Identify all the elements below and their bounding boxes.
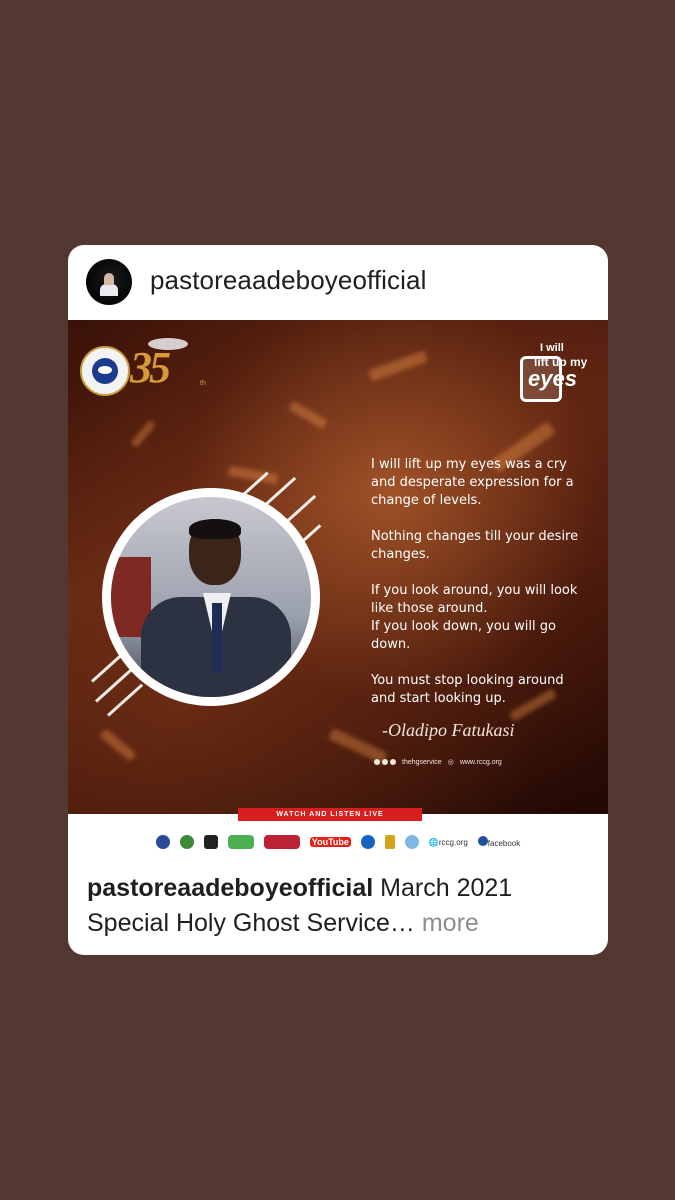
facebook-icon <box>374 759 380 765</box>
rccg-web-logo: 🌐rccg.org <box>428 837 468 847</box>
instagram-post-card: pastoreaadeboyeofficial 35 th I will lif… <box>68 245 608 955</box>
youtube-logo: YouTube <box>309 837 351 847</box>
website-text: www.rccg.org <box>459 758 502 766</box>
youtube-label: YouTube <box>309 837 351 847</box>
avatar-head <box>104 273 114 285</box>
stream-logos-row: YouTube 🌐rccg.org facebook <box>68 823 608 861</box>
instagram-icon <box>382 759 388 765</box>
post-header: pastoreaadeboyeofficial <box>68 245 608 320</box>
cloud-logo-icon <box>404 835 419 849</box>
caption-username[interactable]: pastoreaadeboyeofficial <box>87 874 373 902</box>
rccg-small-logo-icon <box>155 835 170 849</box>
dove-tv-logo-icon <box>179 835 194 849</box>
caption-ellipsis: … <box>389 909 415 937</box>
facebook-logo-icon <box>477 836 488 846</box>
theme-badge: I will lift up my eyes <box>520 342 598 402</box>
facebook-logo: facebook <box>477 836 521 848</box>
more-link[interactable]: more <box>422 909 479 937</box>
bokeh-light <box>130 419 156 449</box>
theme-badge-line1: I will <box>540 342 564 354</box>
tv-logo-icon <box>203 835 218 849</box>
dove-icon <box>98 366 112 374</box>
post-username[interactable]: pastoreaadeboyeofficial <box>150 265 426 296</box>
rccg-logo <box>80 346 130 396</box>
twitter-icon <box>390 759 396 765</box>
avatar-shirt <box>100 284 118 296</box>
anniversary-number: 35 <box>130 343 171 392</box>
rccg-web-label: rccg.org <box>438 837 468 847</box>
post-caption: pastoreaadeboyeofficial March 2021 Speci… <box>87 871 587 941</box>
facebook-label: facebook <box>487 839 521 848</box>
speaker-tie <box>212 603 222 673</box>
k-logo-icon <box>384 835 395 849</box>
quote-paragraph: You must stop looking around and start l… <box>371 673 564 706</box>
globe-icon: ◎ <box>447 759 454 766</box>
bokeh-light <box>227 465 279 485</box>
watch-live-banner: WATCH AND LISTEN LIVE <box>238 808 422 821</box>
avatar[interactable] <box>86 259 132 305</box>
quote-paragraph: If you look around, you will look like t… <box>371 583 578 616</box>
stream-logo-icon <box>360 835 375 849</box>
speaker-hair <box>189 519 241 539</box>
social-icons <box>374 759 396 765</box>
quote-text: I will lift up my eyes was a cry and des… <box>371 456 591 726</box>
post-image[interactable]: 35 th I will lift up my eyes I will lift… <box>68 320 608 814</box>
anniversary-suffix: th <box>200 380 206 387</box>
speaker-photo <box>111 497 311 697</box>
flyer-footer: thehgservice ◎ www.rccg.org <box>374 758 502 766</box>
quote-paragraph: I will lift up my eyes was a cry and des… <box>371 457 574 508</box>
network-logo-icon <box>227 835 254 849</box>
speaker-photo-frame <box>102 488 320 706</box>
inspiration-fm-logo-icon <box>263 835 300 849</box>
quote-signature: -Oladipo Fatukasi <box>382 720 515 740</box>
bokeh-light <box>99 728 137 762</box>
bokeh-light <box>288 400 328 430</box>
bokeh-light <box>367 350 429 382</box>
quote-paragraph: Nothing changes till your desire changes… <box>371 529 579 562</box>
social-handle: thehgservice <box>402 758 442 766</box>
theme-badge-line3: eyes <box>528 366 577 391</box>
quote-paragraph: If you look down, you will go down. <box>371 619 556 652</box>
